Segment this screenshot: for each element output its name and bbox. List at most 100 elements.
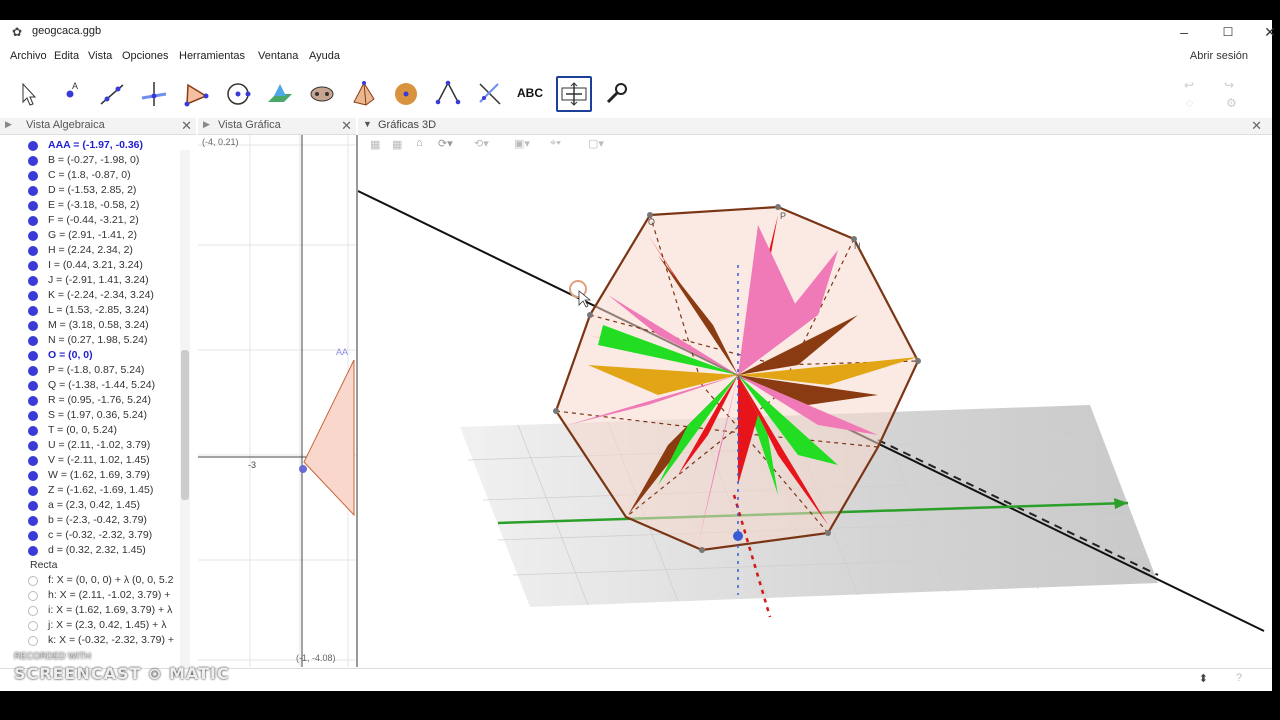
algebra-item-text: b = (-2.3, -0.42, 3.79) xyxy=(48,514,147,526)
graphics3d-view[interactable]: ▦ ▦ ⌂ ⟳▾ ⟲▾ ▣▾ ⌖▾ ▢▾ P N O xyxy=(358,135,1272,667)
algebra-scrollbar[interactable] xyxy=(180,150,190,670)
rotate-view-tool[interactable] xyxy=(556,76,592,112)
projection-icon[interactable]: ⌖▾ xyxy=(550,137,561,150)
visibility-toggle-icon[interactable] xyxy=(28,201,38,211)
algebra-item-text: G = (2.91, -1.41, 2) xyxy=(48,229,138,241)
menu-ventana[interactable]: Ventana xyxy=(258,50,298,62)
visibility-toggle-icon[interactable] xyxy=(28,381,38,391)
geogebra-app-icon: ✿ xyxy=(12,25,23,39)
algebra-item-text: f: X = (0, 0, 0) + λ (0, 0, 5.2 xyxy=(48,574,174,586)
menu-ayuda[interactable]: Ayuda xyxy=(309,50,340,62)
input-bar-toggle-icon[interactable]: ⬍ xyxy=(1199,672,1208,685)
visibility-toggle-icon[interactable] xyxy=(28,441,38,451)
visibility-toggle-icon[interactable] xyxy=(28,546,38,556)
scrollbar-thumb[interactable] xyxy=(181,350,189,500)
settings-gear-icon[interactable]: ⚙ xyxy=(1226,96,1237,110)
visibility-toggle-icon[interactable] xyxy=(28,606,38,616)
visibility-toggle-icon[interactable] xyxy=(28,171,38,181)
visibility-toggle-icon[interactable] xyxy=(28,411,38,421)
perpendicular-tool[interactable] xyxy=(136,76,172,112)
visibility-toggle-icon[interactable] xyxy=(28,276,38,286)
collapse-triangle-icon[interactable]: ▼ xyxy=(363,119,372,129)
polygon-tool[interactable] xyxy=(178,76,214,112)
grid-toggle-icon[interactable]: ▦ xyxy=(392,138,402,151)
help-circle-icon[interactable]: ? xyxy=(1236,672,1242,684)
axes-toggle-icon[interactable]: ▦ xyxy=(370,138,380,151)
view-direction-icon[interactable]: ⟲▾ xyxy=(474,137,489,150)
visibility-toggle-icon[interactable] xyxy=(28,621,38,631)
visibility-toggle-icon[interactable] xyxy=(28,471,38,481)
visibility-toggle-icon[interactable] xyxy=(28,501,38,511)
maximize-button[interactable]: ☐ xyxy=(1208,22,1248,42)
visibility-toggle-icon[interactable] xyxy=(28,261,38,271)
visibility-toggle-icon[interactable] xyxy=(28,516,38,526)
point-tool[interactable]: A xyxy=(52,76,88,112)
circle-tool[interactable] xyxy=(220,76,256,112)
clipping-icon[interactable]: ▣▾ xyxy=(514,137,530,150)
visibility-toggle-icon[interactable] xyxy=(28,591,38,601)
algebra-view-header: ▶ Vista Algebraica ✕ xyxy=(0,118,196,135)
text-tool[interactable]: ABC xyxy=(514,76,550,112)
graphics-view[interactable]: (-4, 0.21) (-1, -4.08) -3 AA xyxy=(198,135,358,667)
menu-vista[interactable]: Vista xyxy=(88,50,112,62)
home-icon[interactable]: ⌂ xyxy=(416,137,423,149)
reflect-tool[interactable] xyxy=(472,76,508,112)
line-tool[interactable] xyxy=(94,76,130,112)
visibility-toggle-icon[interactable] xyxy=(28,456,38,466)
visibility-toggle-icon[interactable] xyxy=(28,231,38,241)
circle-icon xyxy=(227,83,251,105)
minimize-button[interactable]: – xyxy=(1164,22,1204,42)
visibility-toggle-icon[interactable] xyxy=(28,321,38,331)
visibility-toggle-icon[interactable] xyxy=(28,426,38,436)
redo-icon[interactable]: ↪ xyxy=(1224,78,1234,92)
visibility-toggle-icon[interactable] xyxy=(28,486,38,496)
algebra-item-text: i: X = (1.62, 1.69, 3.79) + λ xyxy=(48,604,173,616)
algebra-item-text: U = (2.11, -1.02, 3.79) xyxy=(48,439,151,451)
algebra-view: AAA = (-1.97, -0.36) B = (-0.27, -1.98, 0… xyxy=(0,135,196,667)
visibility-toggle-icon[interactable] xyxy=(28,186,38,196)
visibility-toggle-icon[interactable] xyxy=(28,396,38,406)
menu-herramientas[interactable]: Herramientas xyxy=(179,50,245,62)
visibility-toggle-icon[interactable] xyxy=(28,366,38,376)
reflect-icon xyxy=(479,83,501,105)
conic-tool[interactable] xyxy=(304,76,340,112)
menu-opciones[interactable]: Opciones xyxy=(122,50,168,62)
angle-tool[interactable] xyxy=(430,76,466,112)
plane-tool[interactable] xyxy=(262,76,298,112)
graphics-view-header: ▶ Vista Gráfica ✕ xyxy=(198,118,356,135)
close-algebra-icon[interactable]: ✕ xyxy=(181,118,192,134)
svg-text:A: A xyxy=(72,81,78,91)
visibility-toggle-icon[interactable] xyxy=(28,576,38,586)
watermark-recorded: RECORDED WITH xyxy=(14,651,91,661)
visibility-toggle-icon[interactable] xyxy=(28,336,38,346)
collapse-triangle-icon[interactable]: ▶ xyxy=(5,119,12,130)
plane-icon xyxy=(268,84,292,102)
visibility-toggle-icon[interactable] xyxy=(28,246,38,256)
menu-edita[interactable]: Edita xyxy=(54,50,79,62)
move-tool[interactable] xyxy=(10,76,46,112)
text-tool-label: ABC xyxy=(517,86,543,100)
menu-archivo[interactable]: Archivo xyxy=(10,50,47,62)
rotate-icon[interactable]: ⟳▾ xyxy=(438,137,453,150)
visibility-toggle-icon[interactable] xyxy=(28,291,38,301)
corner-coords-top: (-4, 0.21) xyxy=(202,137,239,147)
visibility-toggle-icon[interactable] xyxy=(28,306,38,316)
undo-icon[interactable]: ↩ xyxy=(1184,78,1194,92)
close-button[interactable]: ✕ xyxy=(1250,22,1280,42)
visibility-toggle-icon[interactable] xyxy=(28,636,38,646)
settings-tool[interactable] xyxy=(598,76,634,112)
visibility-toggle-icon[interactable] xyxy=(28,531,38,541)
pyramid-tool[interactable] xyxy=(346,76,382,112)
help-icon[interactable]: ◌ xyxy=(1186,96,1193,110)
sign-in-link[interactable]: Abrir sesión xyxy=(1190,50,1248,62)
visibility-toggle-icon[interactable] xyxy=(28,351,38,361)
algebra-item-text: C = (1.8, -0.87, 0) xyxy=(48,169,131,181)
view-settings-icon[interactable]: ▢▾ xyxy=(588,137,604,150)
collapse-triangle-icon[interactable]: ▶ xyxy=(203,119,210,130)
close-graphics-icon[interactable]: ✕ xyxy=(341,118,352,134)
visibility-toggle-icon[interactable] xyxy=(28,156,38,166)
visibility-toggle-icon[interactable] xyxy=(28,216,38,226)
sphere-tool[interactable] xyxy=(388,76,424,112)
visibility-toggle-icon[interactable] xyxy=(28,141,38,151)
close-graphics3d-icon[interactable]: ✕ xyxy=(1251,118,1262,134)
